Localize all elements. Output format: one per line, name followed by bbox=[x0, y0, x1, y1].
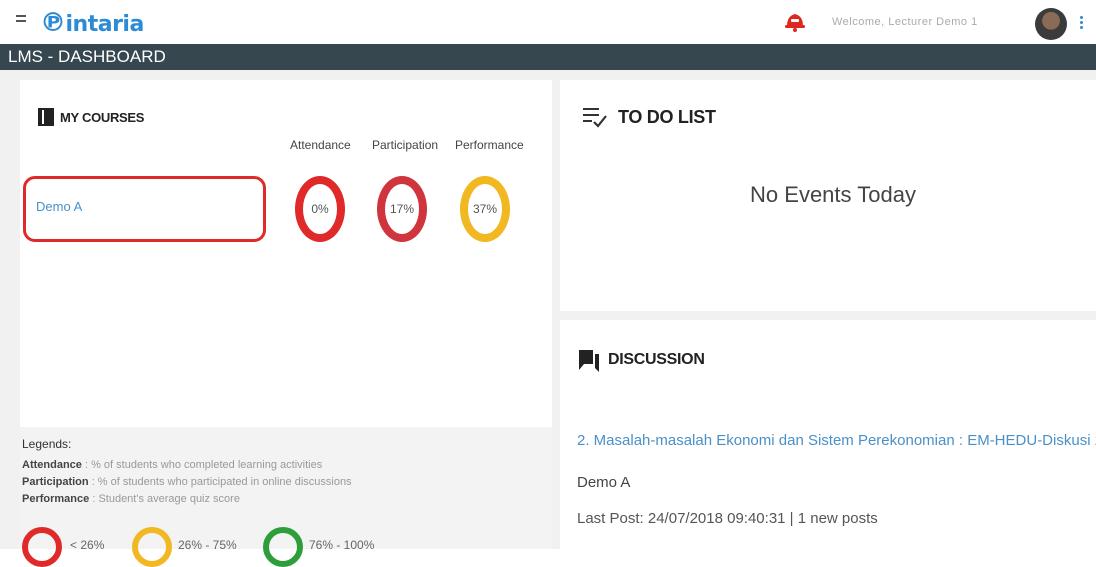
legend-low-label: < 26% bbox=[70, 538, 105, 552]
todo-header: TO DO LIST bbox=[582, 105, 716, 129]
legend-title: Legends: bbox=[22, 437, 72, 451]
participation-header: Participation bbox=[372, 138, 439, 152]
legend-high-ring bbox=[263, 527, 303, 567]
legend-high-label: 76% - 100% bbox=[309, 538, 375, 552]
discussion-title: DISCUSSION bbox=[608, 351, 705, 368]
legend-participation: Participation : % of students who partic… bbox=[22, 476, 352, 488]
course-name[interactable]: Demo A bbox=[36, 199, 82, 214]
notification-icon[interactable] bbox=[782, 8, 808, 34]
legend-low-ring bbox=[22, 527, 62, 567]
my-courses-title: MY COURSES bbox=[60, 109, 145, 125]
legend-mid-label: 26% - 75% bbox=[178, 538, 237, 552]
app-logo[interactable]: ℗intaria bbox=[40, 8, 144, 38]
attendance-header: Attendance bbox=[290, 138, 351, 152]
performance-header: Performance bbox=[455, 138, 524, 152]
todo-title: TO DO LIST bbox=[618, 106, 716, 127]
discussion-last-post: Last Post: 24/07/2018 09:40:31 | 1 new p… bbox=[577, 510, 878, 527]
discussion-card: DISCUSSION 2. Masalah-masalah Ekonomi da… bbox=[560, 320, 1096, 549]
book-icon bbox=[38, 108, 54, 126]
todo-card: TO DO LIST No Events Today bbox=[560, 80, 1096, 311]
todo-empty-message: No Events Today bbox=[750, 182, 916, 207]
checklist-icon bbox=[583, 108, 607, 128]
course-item-demo-a[interactable]: Demo A bbox=[23, 176, 266, 242]
participation-donut: 17% bbox=[377, 176, 427, 242]
attendance-donut: 0% bbox=[295, 176, 345, 242]
discussion-topic-link[interactable]: 2. Masalah-masalah Ekonomi dan Sistem Pe… bbox=[577, 432, 1096, 449]
legend-attendance: Attendance : % of students who completed… bbox=[22, 459, 323, 471]
my-courses-header: MY COURSES bbox=[38, 108, 144, 126]
more-options-icon[interactable] bbox=[1080, 16, 1084, 30]
user-avatar[interactable] bbox=[1035, 8, 1067, 40]
page-title-bar: LMS - DASHBOARD bbox=[0, 44, 1096, 70]
menu-icon[interactable] bbox=[16, 12, 34, 30]
legend-panel: Legends: Attendance : % of students who … bbox=[20, 427, 552, 567]
page-title: LMS - DASHBOARD bbox=[8, 47, 166, 66]
performance-donut: 37% bbox=[460, 176, 510, 242]
top-bar: ℗intaria Welcome, Lecturer Demo 1 bbox=[0, 0, 1096, 44]
discussion-header: DISCUSSION bbox=[578, 348, 705, 372]
discussion-course: Demo A bbox=[577, 474, 631, 491]
forum-icon bbox=[579, 350, 599, 372]
my-courses-card: MY COURSES Attendance Participation Perf… bbox=[20, 80, 552, 567]
legend-performance: Performance : Student's average quiz sco… bbox=[22, 493, 240, 505]
welcome-text: Welcome, Lecturer Demo 1 bbox=[832, 16, 978, 28]
legend-mid-ring bbox=[132, 527, 172, 567]
